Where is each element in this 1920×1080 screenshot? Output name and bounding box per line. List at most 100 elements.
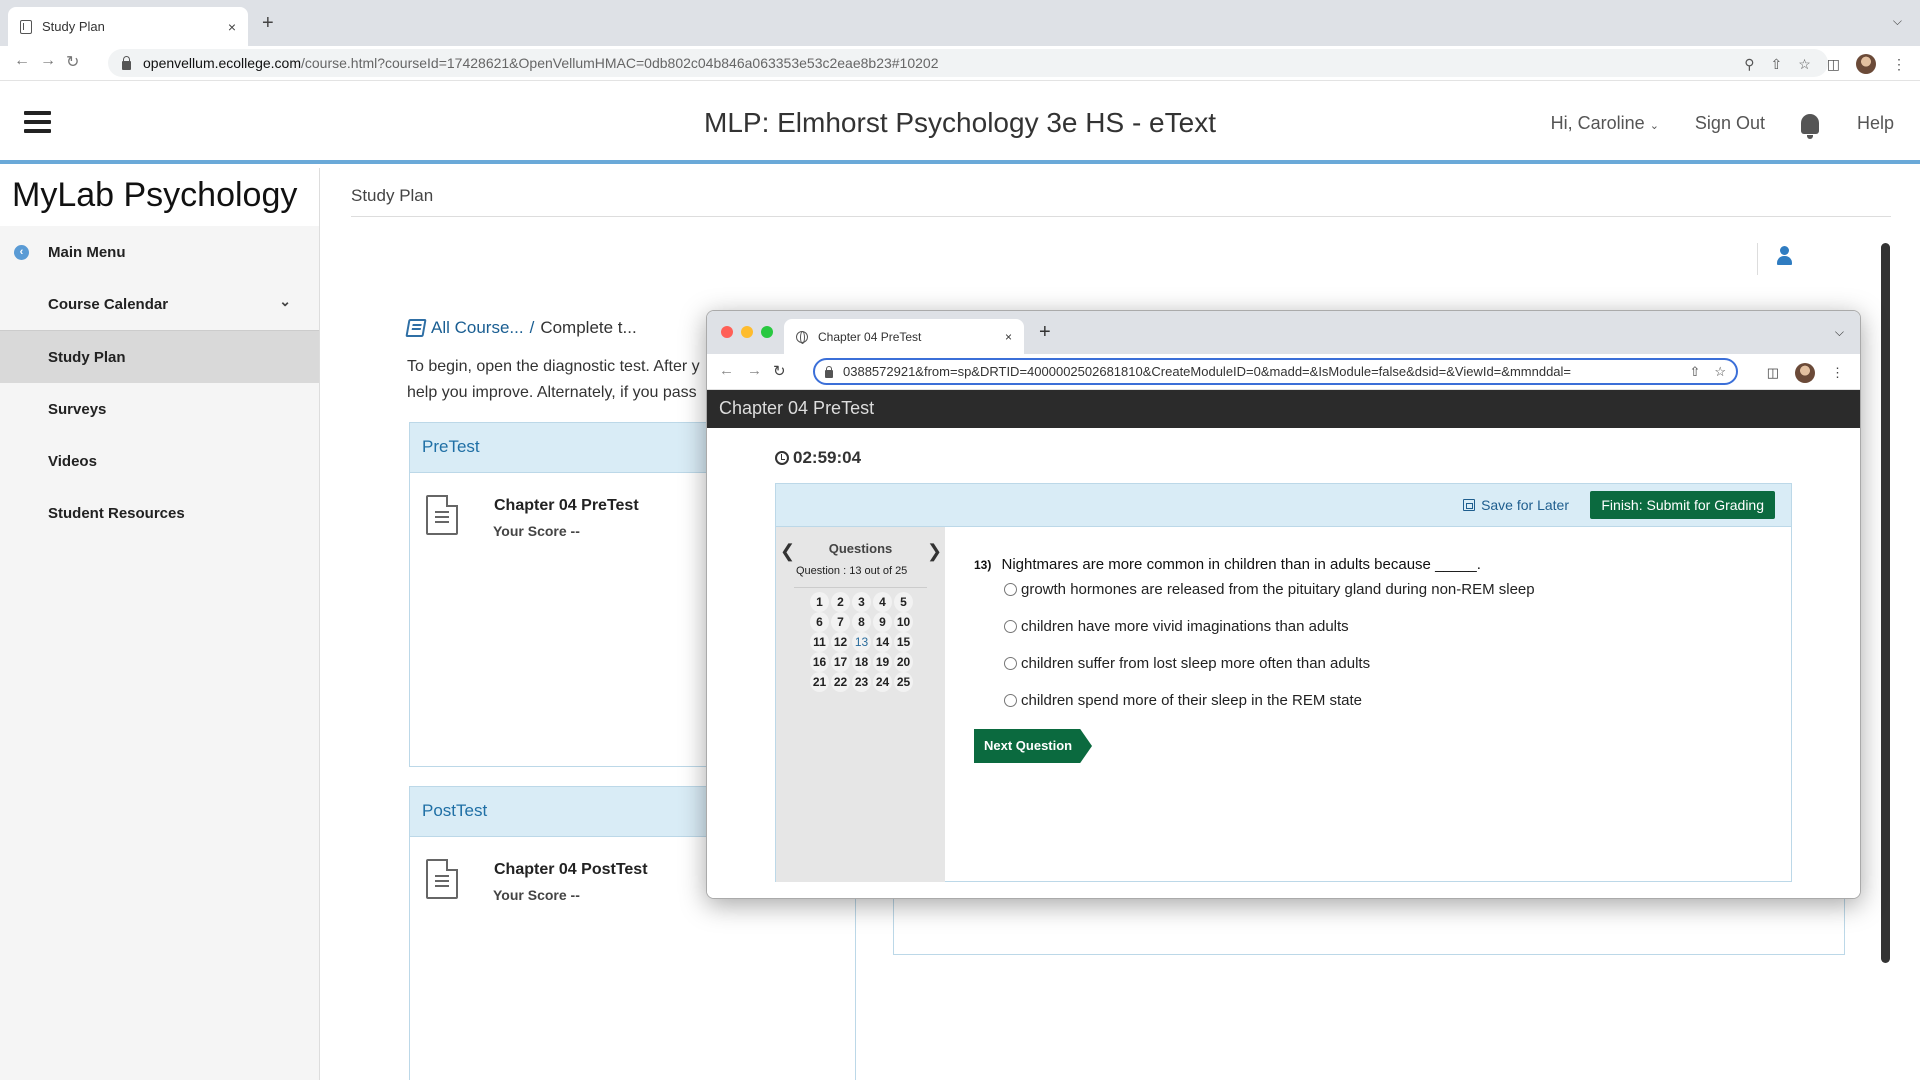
star-icon[interactable]: ☆: [1798, 56, 1811, 73]
pretest-title[interactable]: Chapter 04 PreTest: [494, 497, 639, 515]
question-number-link[interactable]: 5: [894, 592, 913, 612]
finish-submit-button[interactable]: Finish: Submit for Grading: [1590, 491, 1775, 519]
popup-window-title: Chapter 04 PreTest: [707, 390, 1860, 428]
side-panel-icon[interactable]: ◫: [1827, 56, 1840, 73]
pretest-card: PreTest Chapter 04 PreTest Your Score --: [409, 422, 719, 767]
sidebar-item-study-plan[interactable]: Study Plan: [0, 331, 319, 383]
lock-icon: [122, 55, 131, 70]
question-number-link[interactable]: 20: [894, 652, 913, 672]
back-arrow-icon[interactable]: ←: [719, 362, 734, 379]
url-path: /course.html?courseId=17428621&OpenVellu…: [300, 55, 939, 71]
save-for-later-button[interactable]: Save for Later: [1463, 497, 1569, 513]
question-number-link[interactable]: 16: [810, 652, 829, 672]
sidebar-item-videos[interactable]: Videos: [0, 435, 319, 487]
maximize-window-button[interactable]: [761, 326, 773, 338]
radio-button[interactable]: [1004, 656, 1017, 670]
close-icon[interactable]: ×: [1005, 330, 1012, 344]
forward-arrow-icon[interactable]: →: [40, 52, 56, 70]
question-number-link[interactable]: 19: [873, 652, 892, 672]
reload-icon[interactable]: ↻: [66, 52, 79, 72]
sidebar-item-student-resources[interactable]: Student Resources: [0, 487, 319, 539]
help-link[interactable]: Help: [1857, 113, 1894, 134]
share-icon[interactable]: ⇧: [1689, 364, 1700, 380]
question-number-grid: 1 2 3 4 5 6 7 8 9 10 11 12 13 14 15 16 17 18 19 20 21 22 23 24 2…: [809, 592, 914, 692]
question-number-link[interactable]: 22: [831, 672, 850, 692]
user-greeting: Hi, Caroline: [1550, 113, 1645, 133]
question-number-link[interactable]: 6: [810, 612, 829, 632]
question-number-link[interactable]: 15: [894, 632, 913, 652]
sidebar-item-main-menu[interactable]: ‹ Main Menu: [0, 226, 319, 278]
chevron-down-icon[interactable]: ⌵: [1835, 325, 1844, 340]
forward-arrow-icon[interactable]: →: [747, 362, 762, 379]
address-bar[interactable]: openvellum.ecollege.com /course.html?cou…: [108, 49, 1828, 77]
chevron-down-icon[interactable]: ⌵: [1893, 14, 1902, 29]
share-icon[interactable]: ⇧: [1770, 56, 1782, 73]
back-arrow-icon[interactable]: ←: [14, 52, 30, 70]
popup-address-bar[interactable]: 0388572921&from=sp&DRTID=400000250268181…: [813, 358, 1738, 385]
profile-avatar[interactable]: [1795, 363, 1815, 383]
question-number-link[interactable]: 17: [831, 652, 850, 672]
reload-icon[interactable]: ↻: [773, 362, 786, 380]
question-number-link[interactable]: 13: [852, 632, 871, 652]
breadcrumb-all-courses[interactable]: All Course...: [431, 318, 524, 338]
radio-button[interactable]: [1004, 582, 1017, 596]
save-icon: [1463, 499, 1476, 511]
question-number-link[interactable]: 21: [810, 672, 829, 692]
minimize-window-button[interactable]: [741, 326, 753, 338]
question-number-link[interactable]: 14: [873, 632, 892, 652]
question-number-link[interactable]: 11: [810, 632, 829, 652]
browser-toolbar: ← → ↻ openvellum.ecollege.com /course.ht…: [0, 46, 1920, 81]
sign-out-link[interactable]: Sign Out: [1695, 113, 1765, 134]
question-number-link[interactable]: 4: [873, 592, 892, 612]
browser-tab-study-plan[interactable]: Study Plan ×: [8, 7, 248, 46]
question-number-link[interactable]: 7: [831, 612, 850, 632]
question-number-link[interactable]: 12: [831, 632, 850, 652]
question-number-link[interactable]: 18: [852, 652, 871, 672]
profile-avatar[interactable]: [1856, 54, 1876, 74]
answer-option[interactable]: children spend more of their sleep in th…: [1004, 689, 1535, 711]
answer-option[interactable]: children have more vivid imaginations th…: [1004, 615, 1535, 637]
next-question-button[interactable]: Next Question: [974, 729, 1092, 763]
scrollbar[interactable]: [1881, 243, 1890, 963]
question-number-link[interactable]: 1: [810, 592, 829, 612]
kebab-menu-icon[interactable]: ⋮: [1831, 365, 1844, 381]
popup-tab-pretest[interactable]: Chapter 04 PreTest ×: [784, 319, 1024, 354]
question-number-link[interactable]: 9: [873, 612, 892, 632]
breadcrumb-current: Complete t...: [540, 318, 637, 337]
question-number-link[interactable]: 10: [894, 612, 913, 632]
save-for-later-label: Save for Later: [1481, 497, 1569, 513]
sidebar-item-course-calendar[interactable]: Course Calendar ⌄: [0, 278, 319, 330]
intro-line: To begin, open the diagnostic test. Afte…: [407, 358, 700, 375]
radio-button[interactable]: [1004, 619, 1017, 633]
question-number-link[interactable]: 24: [873, 672, 892, 692]
browser-tab-title: Study Plan: [42, 19, 105, 34]
sidebar-item-surveys[interactable]: Surveys: [0, 383, 319, 435]
posttest-title[interactable]: Chapter 04 PostTest: [494, 861, 648, 879]
user-menu[interactable]: Hi, Caroline ⌄: [1551, 113, 1659, 134]
browser-tabstrip: Study Plan × + ⌵: [0, 0, 1920, 46]
close-window-button[interactable]: [721, 326, 733, 338]
new-tab-button[interactable]: +: [1039, 321, 1051, 344]
new-tab-button[interactable]: +: [262, 12, 274, 35]
question-number-link[interactable]: 8: [852, 612, 871, 632]
side-panel-icon[interactable]: ◫: [1767, 365, 1779, 381]
divider: [351, 216, 1891, 217]
star-icon[interactable]: ☆: [1714, 364, 1726, 380]
question-number-link[interactable]: 23: [852, 672, 871, 692]
page-icon: [20, 19, 32, 34]
question-number-link[interactable]: 3: [852, 592, 871, 612]
divider: [1757, 243, 1758, 275]
bell-icon[interactable]: [1800, 113, 1819, 139]
document-icon: [426, 859, 458, 899]
question-number-link[interactable]: 2: [831, 592, 850, 612]
close-icon[interactable]: ×: [228, 19, 236, 35]
user-icon[interactable]: [1777, 246, 1792, 266]
radio-button[interactable]: [1004, 693, 1017, 707]
chevron-down-icon[interactable]: ⌄: [279, 293, 291, 310]
lock-icon: [825, 365, 833, 378]
kebab-menu-icon[interactable]: ⋮: [1892, 56, 1906, 73]
answer-option[interactable]: children suffer from lost sleep more oft…: [1004, 652, 1535, 674]
zoom-icon[interactable]: ⚲: [1744, 56, 1754, 73]
question-number-link[interactable]: 25: [894, 672, 913, 692]
answer-option[interactable]: growth hormones are released from the pi…: [1004, 578, 1535, 600]
